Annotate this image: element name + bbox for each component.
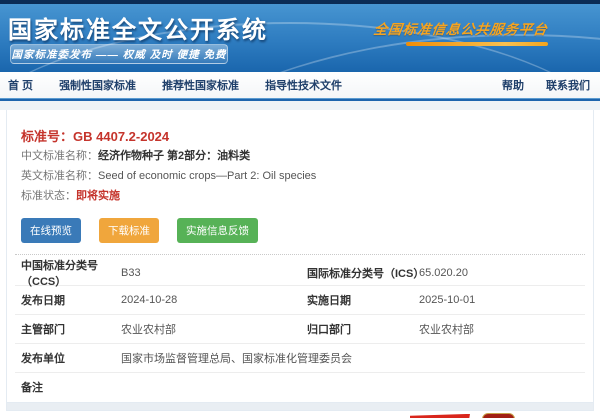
- table-row: 发布日期 2024-10-28 实施日期 2025-10-01: [15, 286, 585, 315]
- en-name-label: 英文标准名称：: [21, 170, 98, 182]
- content-gap-band: [0, 101, 600, 110]
- centralized-dept-label: 归口部门: [307, 321, 419, 337]
- remarks-label: 备注: [21, 379, 121, 395]
- centralized-dept-value: 农业农村部: [419, 321, 585, 337]
- site-header: 国家标准全文公开系统 国家标准委发布 —— 权威 及时 便捷 免费 全国标准信息…: [0, 4, 600, 72]
- ccs-value: B33: [121, 267, 307, 279]
- table-row: 发布单位 国家市场监督管理总局、国家标准化管理委员会: [15, 344, 585, 373]
- download-standard-button[interactable]: 下载标准: [99, 218, 159, 243]
- nav-item-guiding-documents[interactable]: 指导性技术文件: [265, 77, 342, 93]
- nav-item-mandatory-standards[interactable]: 强制性国家标准: [59, 77, 136, 93]
- table-row: 主管部门 农业农村部 归口部门 农业农村部: [15, 315, 585, 344]
- action-buttons: 在线预览 下载标准 实施信息反馈: [21, 218, 585, 243]
- cn-name-value: 经济作物种子 第2部分：油料类: [98, 150, 250, 162]
- standard-number-value: GB 4407.2-2024: [73, 129, 169, 144]
- platform-banner-text: 全国标准信息公共服务平台: [373, 18, 550, 38]
- publish-date-label: 发布日期: [21, 292, 121, 308]
- platform-banner: 全国标准信息公共服务平台: [374, 18, 548, 46]
- nav-item-help[interactable]: 帮助: [502, 77, 524, 93]
- main-nav: 首 页 强制性国家标准 推荐性国家标准 指导性技术文件 帮助 联系我们: [0, 72, 600, 98]
- nav-right: 帮助 联系我们: [502, 77, 592, 93]
- implement-date-label: 实施日期: [307, 292, 419, 308]
- implementation-feedback-button[interactable]: 实施信息反馈: [177, 218, 258, 243]
- nav-left: 首 页 强制性国家标准 推荐性国家标准 指导性技术文件: [8, 77, 342, 93]
- en-name-value: Seed of economic crops—Part 2: Oil speci…: [98, 170, 316, 182]
- error-report-flag: 政府网站: [410, 414, 470, 418]
- site-title: 国家标准全文公开系统: [8, 10, 268, 45]
- publish-date-value: 2024-10-28: [121, 294, 307, 306]
- ccs-label: 中国标准分类号（CCS）: [21, 257, 121, 289]
- standard-info-table: 中国标准分类号（CCS） B33 国际标准分类号（ICS） 65.020.20 …: [15, 257, 585, 402]
- ics-label: 国际标准分类号（ICS）: [307, 265, 419, 281]
- site-footer: 版权所有：国家市场监督管理总局 国家标准化管理委员会 京ICP备18022388…: [0, 411, 600, 418]
- standard-detail-panel: 标准号：GB 4407.2-2024 中文标准名称：经济作物种子 第2部分：油料…: [6, 110, 594, 403]
- implement-date-value: 2025-10-01: [419, 294, 585, 306]
- cn-name-row: 中文标准名称：经济作物种子 第2部分：油料类: [21, 149, 585, 165]
- en-name-row: 英文标准名称：Seed of economic crops—Part 2: Oi…: [21, 169, 585, 185]
- standard-number-label: 标准号：: [21, 129, 73, 144]
- issuing-unit-value: 国家市场监督管理总局、国家标准化管理委员会: [121, 350, 585, 366]
- competent-dept-label: 主管部门: [21, 321, 121, 337]
- table-row: 备注: [15, 373, 585, 402]
- page: 国家标准全文公开系统 国家标准委发布 —— 权威 及时 便捷 免费 全国标准信息…: [0, 0, 600, 418]
- issuing-unit-label: 发布单位: [21, 350, 121, 366]
- govsite-error-report-badge[interactable]: 政府网站 找错: [410, 414, 472, 418]
- dotted-divider: [15, 254, 585, 255]
- status-row: 标准状态：即将实施: [21, 189, 585, 205]
- preview-online-button[interactable]: 在线预览: [21, 218, 81, 243]
- ics-value: 65.020.20: [419, 267, 585, 279]
- table-row: 中国标准分类号（CCS） B33 国际标准分类号（ICS） 65.020.20: [15, 257, 585, 286]
- platform-underline: [406, 42, 548, 46]
- status-badge: 即将实施: [76, 190, 120, 202]
- nav-item-contact[interactable]: 联系我们: [546, 77, 590, 93]
- emblem-logo: ✦: [482, 413, 515, 418]
- panel-bottom-band: [6, 403, 594, 411]
- nav-item-home[interactable]: 首 页: [8, 77, 33, 93]
- cn-name-label: 中文标准名称：: [21, 150, 98, 162]
- status-label: 标准状态：: [21, 190, 76, 202]
- competent-dept-value: 农业农村部: [121, 321, 307, 337]
- nav-item-recommended-standards[interactable]: 推荐性国家标准: [162, 77, 239, 93]
- site-subtitle: 国家标准委发布 —— 权威 及时 便捷 免费: [10, 44, 228, 64]
- standard-number-row: 标准号：GB 4407.2-2024: [21, 126, 585, 145]
